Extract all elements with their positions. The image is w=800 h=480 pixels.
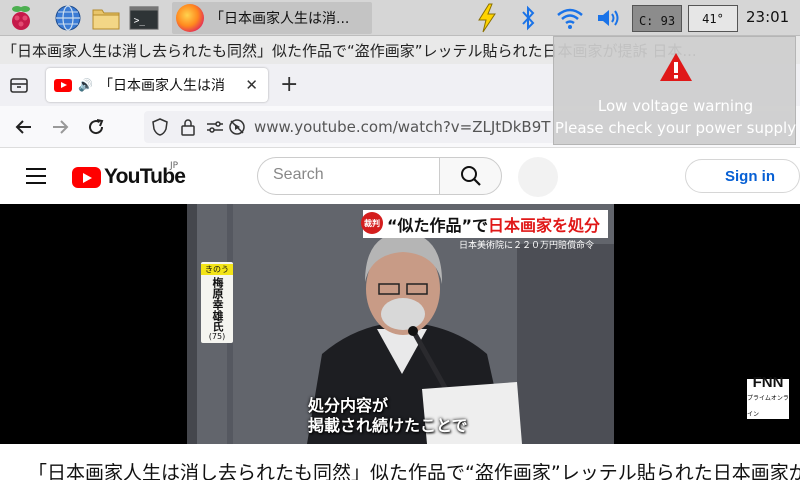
tracking-protection-shield-icon[interactable] [152, 118, 168, 140]
low-voltage-notification[interactable]: Low voltage warning Please check your po… [553, 36, 796, 145]
voice-search-button[interactable] [518, 157, 558, 197]
cpu-usage-label: C: 93 [638, 14, 676, 28]
wifi-icon[interactable] [554, 3, 586, 33]
search-button[interactable] [439, 157, 502, 195]
speaker-age: (75) [208, 332, 226, 341]
notification-message: Please check your power supply [554, 119, 797, 137]
speaker-name: 梅原幸雄氏 [211, 277, 224, 332]
reload-button[interactable] [84, 115, 108, 139]
watermark-sub: プライムオンライン [747, 396, 789, 418]
new-tab-button[interactable]: + [280, 72, 298, 97]
sign-in-label: Sign in [725, 167, 775, 185]
autoplay-blocked-icon[interactable] [228, 118, 246, 140]
name-tag-date: きのう [201, 264, 233, 275]
audio-playing-icon[interactable]: 🔊 [78, 78, 93, 92]
search-box [257, 157, 440, 195]
youtube-play-logo-icon [72, 166, 101, 188]
search-input[interactable] [273, 158, 423, 192]
taskbar-firefox-window[interactable]: 「日本画家人生は消... [172, 2, 372, 34]
video-caption: 処分内容が 掲載され続けたことで [308, 396, 468, 436]
caption-line-1: 処分内容が [308, 396, 389, 415]
low-voltage-lightning-icon[interactable] [472, 3, 502, 33]
permissions-icon[interactable] [206, 119, 224, 139]
news-headline-banner: 裁判 “似た作品”で 日本画家を処分 [361, 210, 609, 238]
hamburger-menu-icon[interactable] [26, 168, 46, 184]
youtube-header: YouTube JP Sign in [0, 148, 800, 204]
svg-text:>_: >_ [134, 16, 146, 27]
url-text: www.youtube.com/watch?v=ZLJtDkB9T [254, 118, 551, 136]
headline-part2: 日本画家を処分 [488, 216, 601, 235]
warning-icon [660, 53, 692, 81]
volume-icon[interactable] [594, 3, 624, 33]
youtube-favicon-icon [54, 78, 72, 92]
file-manager-icon[interactable] [91, 3, 121, 33]
back-button[interactable] [12, 115, 36, 139]
list-all-tabs-icon[interactable] [8, 74, 30, 96]
cpu-usage-monitor[interactable]: C: 93 [632, 5, 682, 32]
taskbar: >_ 「日本画家人生は消... C: 93 41° 23:01 [0, 0, 800, 36]
headline-badge: 裁判 [361, 212, 383, 234]
raspberry-pi-menu-icon[interactable] [6, 3, 36, 33]
fnn-watermark-logo: FNN プライムオンライン [747, 375, 789, 419]
speaker-name-tag: きのう 梅原幸雄氏 (75) [201, 262, 233, 343]
news-subheadline: 日本美術院に２２０万円賠償命令 [459, 241, 595, 251]
sign-in-button[interactable]: Sign in [685, 159, 800, 193]
headline-part1: “似た作品”で [387, 216, 489, 235]
region-code: JP [170, 161, 179, 171]
cpu-temperature-label: 41° [702, 11, 724, 26]
terminal-icon[interactable]: >_ [129, 3, 159, 33]
video-title: 「日本画家人生は消し去られたも同然」似た作品で“盗作画家”レッテル貼られた日本画… [0, 444, 800, 480]
video-frame: 裁判 “似た作品”で 日本画家を処分 日本美術院に２２０万円賠償命令 きのう 梅… [187, 204, 614, 444]
caption-line-2: 掲載され続けたことで [308, 416, 468, 435]
tab-youtube[interactable]: 🔊 「日本画家人生は消 ✕ [46, 68, 268, 102]
tab-label: 「日本画家人生は消 [98, 78, 225, 94]
cpu-temperature-monitor[interactable]: 41° [688, 5, 738, 32]
notification-title: Low voltage warning [597, 97, 754, 115]
close-tab-icon[interactable]: ✕ [245, 76, 258, 94]
firefox-icon [176, 4, 204, 32]
youtube-logo[interactable]: YouTube JP [72, 161, 186, 189]
bluetooth-icon[interactable] [514, 3, 542, 33]
watermark-main: FNN [752, 374, 784, 391]
search-icon [460, 166, 481, 186]
lock-icon[interactable] [180, 118, 196, 140]
clock[interactable]: 23:01 [746, 8, 789, 26]
forward-button[interactable] [48, 115, 72, 139]
web-browser-icon[interactable] [53, 3, 83, 33]
taskbar-task-title: 「日本画家人生は消... [210, 11, 350, 27]
video-player[interactable]: 裁判 “似た作品”で 日本画家を処分 日本美術院に２２０万円賠償命令 きのう 梅… [0, 204, 800, 444]
screen: >_ 「日本画家人生は消... C: 93 41° 23:01 「日本画家人生は… [0, 0, 800, 480]
